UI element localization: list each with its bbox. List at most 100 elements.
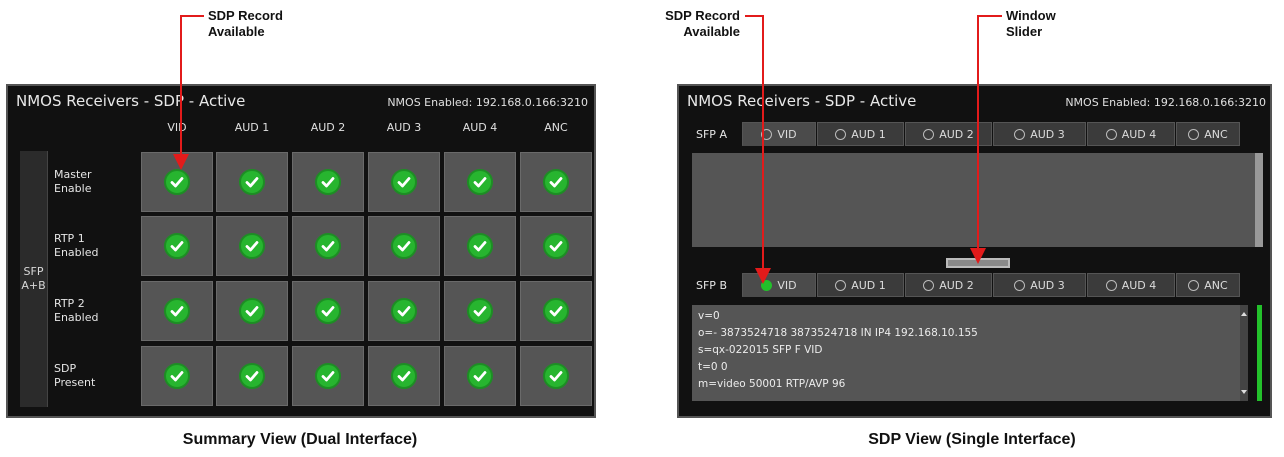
tab-aud2[interactable]: AUD 2 (905, 273, 992, 297)
tab-vid[interactable]: VID (742, 273, 816, 297)
column-header: AUD 2 (310, 121, 346, 134)
tab-label: AUD 2 (939, 278, 974, 292)
tab-aud2[interactable]: AUD 2 (905, 122, 992, 146)
radio-empty-icon (835, 128, 847, 140)
status-cell[interactable] (444, 281, 516, 341)
check-circle-icon (467, 363, 493, 389)
tab-anc[interactable]: ANC (1176, 273, 1240, 297)
row-label: SDP Present (54, 345, 140, 407)
tab-label: AUD 4 (1121, 278, 1157, 292)
caption-sdp-view: SDP View (Single Interface) (868, 431, 1076, 448)
sdp-line: o=- 3873524718 3873524718 IN IP4 192.168… (698, 327, 978, 339)
radio-empty-icon (1014, 128, 1026, 140)
check-circle-icon (543, 169, 569, 195)
tab-aud1[interactable]: AUD 1 (817, 273, 904, 297)
check-circle-icon (239, 233, 265, 259)
column-header: VID (167, 121, 187, 134)
check-circle-icon (391, 298, 417, 324)
scroll-up-arrow-icon[interactable] (1240, 305, 1248, 323)
check-circle-icon (239, 363, 265, 389)
check-circle-icon (164, 169, 190, 195)
status-cell[interactable] (141, 216, 213, 276)
panel-title: NMOS Receivers - SDP - Active (687, 92, 917, 110)
check-circle-icon (467, 298, 493, 324)
status-cell[interactable] (292, 152, 364, 212)
row-label-line: Master (54, 168, 92, 181)
status-cell[interactable] (520, 152, 592, 212)
status-cell[interactable] (216, 152, 288, 212)
status-cell[interactable] (368, 216, 440, 276)
status-cell[interactable] (444, 216, 516, 276)
sdp-text-area-sfp-a[interactable] (692, 153, 1262, 247)
tab-anc[interactable]: ANC (1176, 122, 1240, 146)
check-circle-icon (543, 233, 569, 259)
sfp-group-label: SFP A+B (20, 151, 48, 407)
status-cell[interactable] (292, 216, 364, 276)
radio-empty-icon (1105, 128, 1117, 140)
column-header: AUD 3 (386, 121, 422, 134)
sfp-label: SFP B (696, 279, 727, 292)
tab-label: AUD 4 (1121, 127, 1157, 141)
callout-line-2: Available (208, 24, 265, 39)
scroll-down-arrow-icon[interactable] (1240, 383, 1248, 401)
scrollbar-sfp-a[interactable] (1255, 153, 1263, 247)
radio-empty-icon (1014, 279, 1026, 291)
status-cell[interactable] (141, 346, 213, 406)
tab-aud4[interactable]: AUD 4 (1087, 273, 1175, 297)
callout-sdp-record-left: SDP Record Available (208, 8, 283, 40)
column-header: AUD 4 (462, 121, 498, 134)
check-circle-icon (164, 298, 190, 324)
radio-empty-icon (1188, 128, 1200, 140)
caption-summary-view: Summary View (Dual Interface) (182, 431, 418, 448)
status-cell[interactable] (520, 216, 592, 276)
status-cell[interactable] (444, 346, 516, 406)
callout-line-1: Window (1006, 8, 1056, 23)
status-cell[interactable] (368, 346, 440, 406)
radio-selected-icon (761, 279, 773, 291)
tab-aud4[interactable]: AUD 4 (1087, 122, 1175, 146)
status-cell[interactable] (292, 346, 364, 406)
radio-empty-icon (923, 128, 935, 140)
check-circle-icon (391, 233, 417, 259)
status-cell[interactable] (141, 281, 213, 341)
status-cell[interactable] (216, 346, 288, 406)
status-cell[interactable] (520, 346, 592, 406)
status-cell[interactable] (368, 281, 440, 341)
window-slider-handle[interactable] (946, 258, 1010, 268)
row-label-line: SDP (54, 362, 77, 375)
row-label-line: Enable (54, 182, 92, 195)
nmos-status: NMOS Enabled: 192.168.0.166:3210 (387, 96, 588, 109)
status-cell[interactable] (141, 152, 213, 212)
callout-window-slider: Window Slider (1006, 8, 1056, 40)
callout-line-1: SDP Record (208, 8, 283, 23)
check-circle-icon (315, 298, 341, 324)
tab-vid[interactable]: VID (742, 122, 816, 146)
status-cell[interactable] (216, 281, 288, 341)
status-cell[interactable] (292, 281, 364, 341)
check-circle-icon (467, 169, 493, 195)
tab-aud1[interactable]: AUD 1 (817, 122, 904, 146)
row-label: RTP 1 Enabled (54, 215, 140, 277)
column-header: ANC (544, 121, 568, 134)
window-slider-grip (948, 260, 1008, 266)
check-circle-icon (467, 233, 493, 259)
callout-sdp-record-right: SDP Record Available (646, 8, 740, 40)
tab-label: AUD 2 (939, 127, 974, 141)
status-cell[interactable] (520, 281, 592, 341)
check-circle-icon (164, 363, 190, 389)
nmos-status: NMOS Enabled: 192.168.0.166:3210 (1065, 96, 1266, 109)
sdp-line: v=0 (698, 310, 720, 322)
row-label-line: Enabled (54, 246, 99, 259)
check-circle-icon (239, 298, 265, 324)
callout-line-2: Available (683, 24, 740, 39)
tab-aud3[interactable]: AUD 3 (993, 122, 1086, 146)
scrollbar-sfp-b[interactable] (1240, 305, 1248, 401)
row-label-line: RTP 2 (54, 297, 85, 310)
tab-aud3[interactable]: AUD 3 (993, 273, 1086, 297)
callout-line-2: Slider (1006, 24, 1043, 39)
status-cell[interactable] (444, 152, 516, 212)
status-cell[interactable] (216, 216, 288, 276)
radio-empty-icon (835, 279, 847, 291)
status-cell[interactable] (368, 152, 440, 212)
sfp-label: SFP A (696, 128, 727, 141)
